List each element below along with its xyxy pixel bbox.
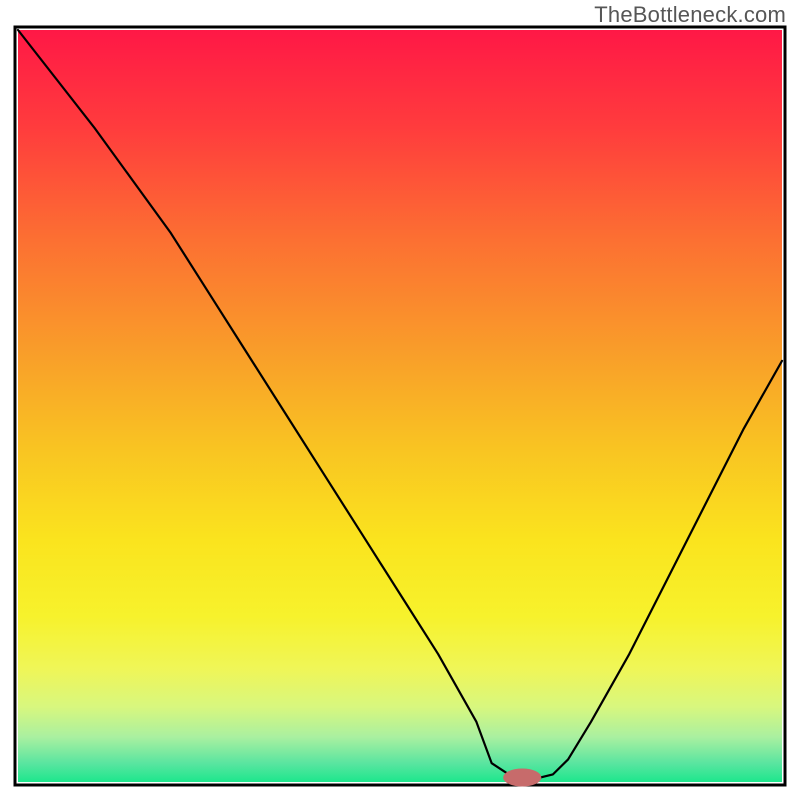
optimal-point-marker [503, 768, 541, 786]
chart-background [18, 30, 782, 782]
watermark-text: TheBottleneck.com [594, 2, 786, 28]
bottleneck-chart [0, 0, 800, 800]
